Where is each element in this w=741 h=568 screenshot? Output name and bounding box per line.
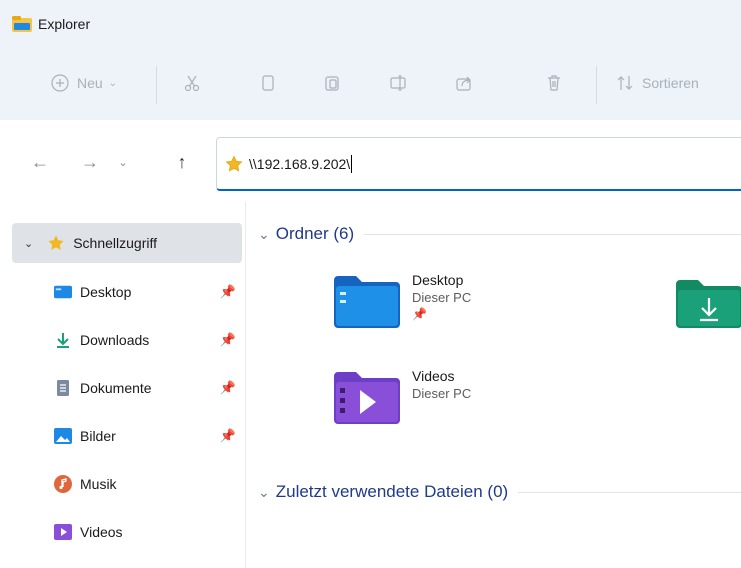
desktop-folder-icon bbox=[54, 283, 72, 301]
file-explorer-icon bbox=[12, 16, 32, 32]
command-bar: Neu ⌄ Sortieren bbox=[0, 48, 741, 120]
navigation-bar: ← → ⌄ ↑ \\192.168.9.202\ bbox=[0, 120, 741, 202]
section-header-recent-files[interactable]: ⌄ Zuletzt verwendete Dateien (0) bbox=[258, 480, 741, 504]
sidebar-item-label: Dokumente bbox=[80, 380, 152, 396]
pin-icon[interactable]: 📌 bbox=[220, 332, 236, 348]
copy-icon bbox=[262, 75, 274, 91]
section-header-folders[interactable]: ⌄ Ordner (6) bbox=[258, 222, 741, 246]
sidebar-item-label: Desktop bbox=[80, 284, 132, 300]
video-icon bbox=[54, 523, 72, 541]
downloads-folder-icon bbox=[676, 280, 741, 328]
chevron-down-icon: ⌄ bbox=[108, 77, 118, 89]
folder-tile-desktop[interactable]: Desktop Dieser PC 📌 bbox=[334, 272, 472, 328]
section-divider bbox=[364, 233, 741, 235]
pin-icon[interactable]: 📌 bbox=[220, 428, 236, 444]
folder-name: Videos bbox=[412, 368, 455, 384]
sidebar-item-quick-access[interactable]: ⌄ Schnellzugriff bbox=[12, 223, 242, 263]
share-icon bbox=[456, 76, 471, 91]
sidebar-item-downloads[interactable]: Downloads 📌 bbox=[54, 320, 242, 360]
sort-button-label: Sortieren bbox=[642, 75, 699, 91]
address-path[interactable]: \\192.168.9.202\ bbox=[249, 156, 350, 172]
star-icon bbox=[225, 155, 243, 171]
clipboard-icon bbox=[325, 76, 339, 91]
navigation-pane: ⌄ Schnellzugriff Desktop 📌 Downloads 📌 D… bbox=[0, 202, 246, 568]
sidebar-item-pictures[interactable]: Bilder 📌 bbox=[54, 416, 242, 456]
toolbar-separator bbox=[596, 66, 597, 104]
folder-location: Dieser PC bbox=[412, 290, 472, 305]
sort-arrows-icon bbox=[617, 76, 633, 90]
arrow-right-icon: → bbox=[81, 151, 99, 172]
download-arrow-icon bbox=[54, 331, 72, 349]
chevron-down-icon: ⌄ bbox=[258, 483, 270, 500]
picture-icon bbox=[54, 427, 72, 445]
music-icon bbox=[54, 475, 72, 493]
main-content: ⌄ Ordner (6) Desktop Dieser PC 📌 Videos … bbox=[246, 202, 741, 568]
sort-button[interactable]: Sortieren bbox=[616, 68, 741, 98]
sidebar-item-label: Bilder bbox=[80, 428, 116, 444]
sidebar-item-label: Downloads bbox=[80, 332, 150, 348]
arrow-left-icon: ← bbox=[31, 151, 49, 172]
chevron-down-icon: ⌄ bbox=[24, 237, 34, 250]
sidebar-item-label: Schnellzugriff bbox=[73, 235, 158, 251]
sidebar-item-documents[interactable]: Dokumente 📌 bbox=[54, 368, 242, 408]
section-title: Zuletzt verwendete Dateien (0) bbox=[275, 482, 509, 501]
section-divider bbox=[518, 491, 741, 493]
rename-button[interactable] bbox=[384, 68, 412, 98]
sidebar-item-desktop[interactable]: Desktop 📌 bbox=[54, 272, 242, 312]
sidebar-item-music[interactable]: Musik bbox=[54, 464, 242, 504]
arrow-up-icon: ↑ bbox=[177, 151, 187, 172]
document-icon bbox=[54, 379, 72, 397]
folder-location: Dieser PC bbox=[412, 386, 472, 401]
folder-tile-videos[interactable]: Videos Dieser PC bbox=[334, 368, 472, 424]
chevron-down-icon: ⌄ bbox=[258, 225, 270, 242]
new-button-label: Neu bbox=[76, 75, 103, 91]
text-caret bbox=[351, 154, 353, 173]
sidebar-item-videos[interactable]: Videos bbox=[54, 512, 242, 552]
window-title: Explorer bbox=[38, 16, 91, 32]
folder-name: Desktop bbox=[412, 272, 464, 288]
paste-button[interactable] bbox=[318, 68, 346, 98]
pin-icon[interactable]: 📌 bbox=[220, 284, 236, 300]
chevron-down-icon: ⌄ bbox=[118, 156, 128, 169]
rename-icon bbox=[390, 75, 406, 91]
sidebar-item-label: Musik bbox=[80, 476, 117, 492]
desktop-folder-icon bbox=[334, 276, 400, 328]
delete-button[interactable] bbox=[540, 68, 568, 98]
copy-button[interactable] bbox=[254, 68, 282, 98]
scissors-icon bbox=[184, 75, 200, 92]
share-button[interactable] bbox=[450, 68, 478, 98]
recent-locations-button[interactable]: ⌄ bbox=[112, 150, 134, 174]
trash-icon bbox=[548, 75, 560, 91]
toolbar-separator bbox=[156, 66, 157, 104]
cut-button[interactable] bbox=[178, 68, 206, 98]
address-bar[interactable]: \\192.168.9.202\ bbox=[216, 137, 741, 191]
section-title: Ordner (6) bbox=[275, 224, 355, 243]
new-button[interactable]: Neu ⌄ bbox=[38, 68, 130, 98]
title-bar: Explorer bbox=[0, 0, 741, 48]
star-icon bbox=[47, 234, 65, 252]
forward-button[interactable]: → bbox=[76, 150, 104, 174]
up-button[interactable]: ↑ bbox=[168, 150, 196, 174]
video-folder-icon bbox=[334, 372, 400, 424]
back-button[interactable]: ← bbox=[26, 150, 54, 174]
pin-icon[interactable]: 📌 bbox=[220, 380, 236, 396]
sidebar-item-label: Videos bbox=[80, 524, 123, 540]
plus-circle-icon bbox=[51, 74, 69, 92]
folder-tile-downloads[interactable] bbox=[676, 278, 741, 328]
pin-icon: 📌 bbox=[412, 307, 427, 321]
